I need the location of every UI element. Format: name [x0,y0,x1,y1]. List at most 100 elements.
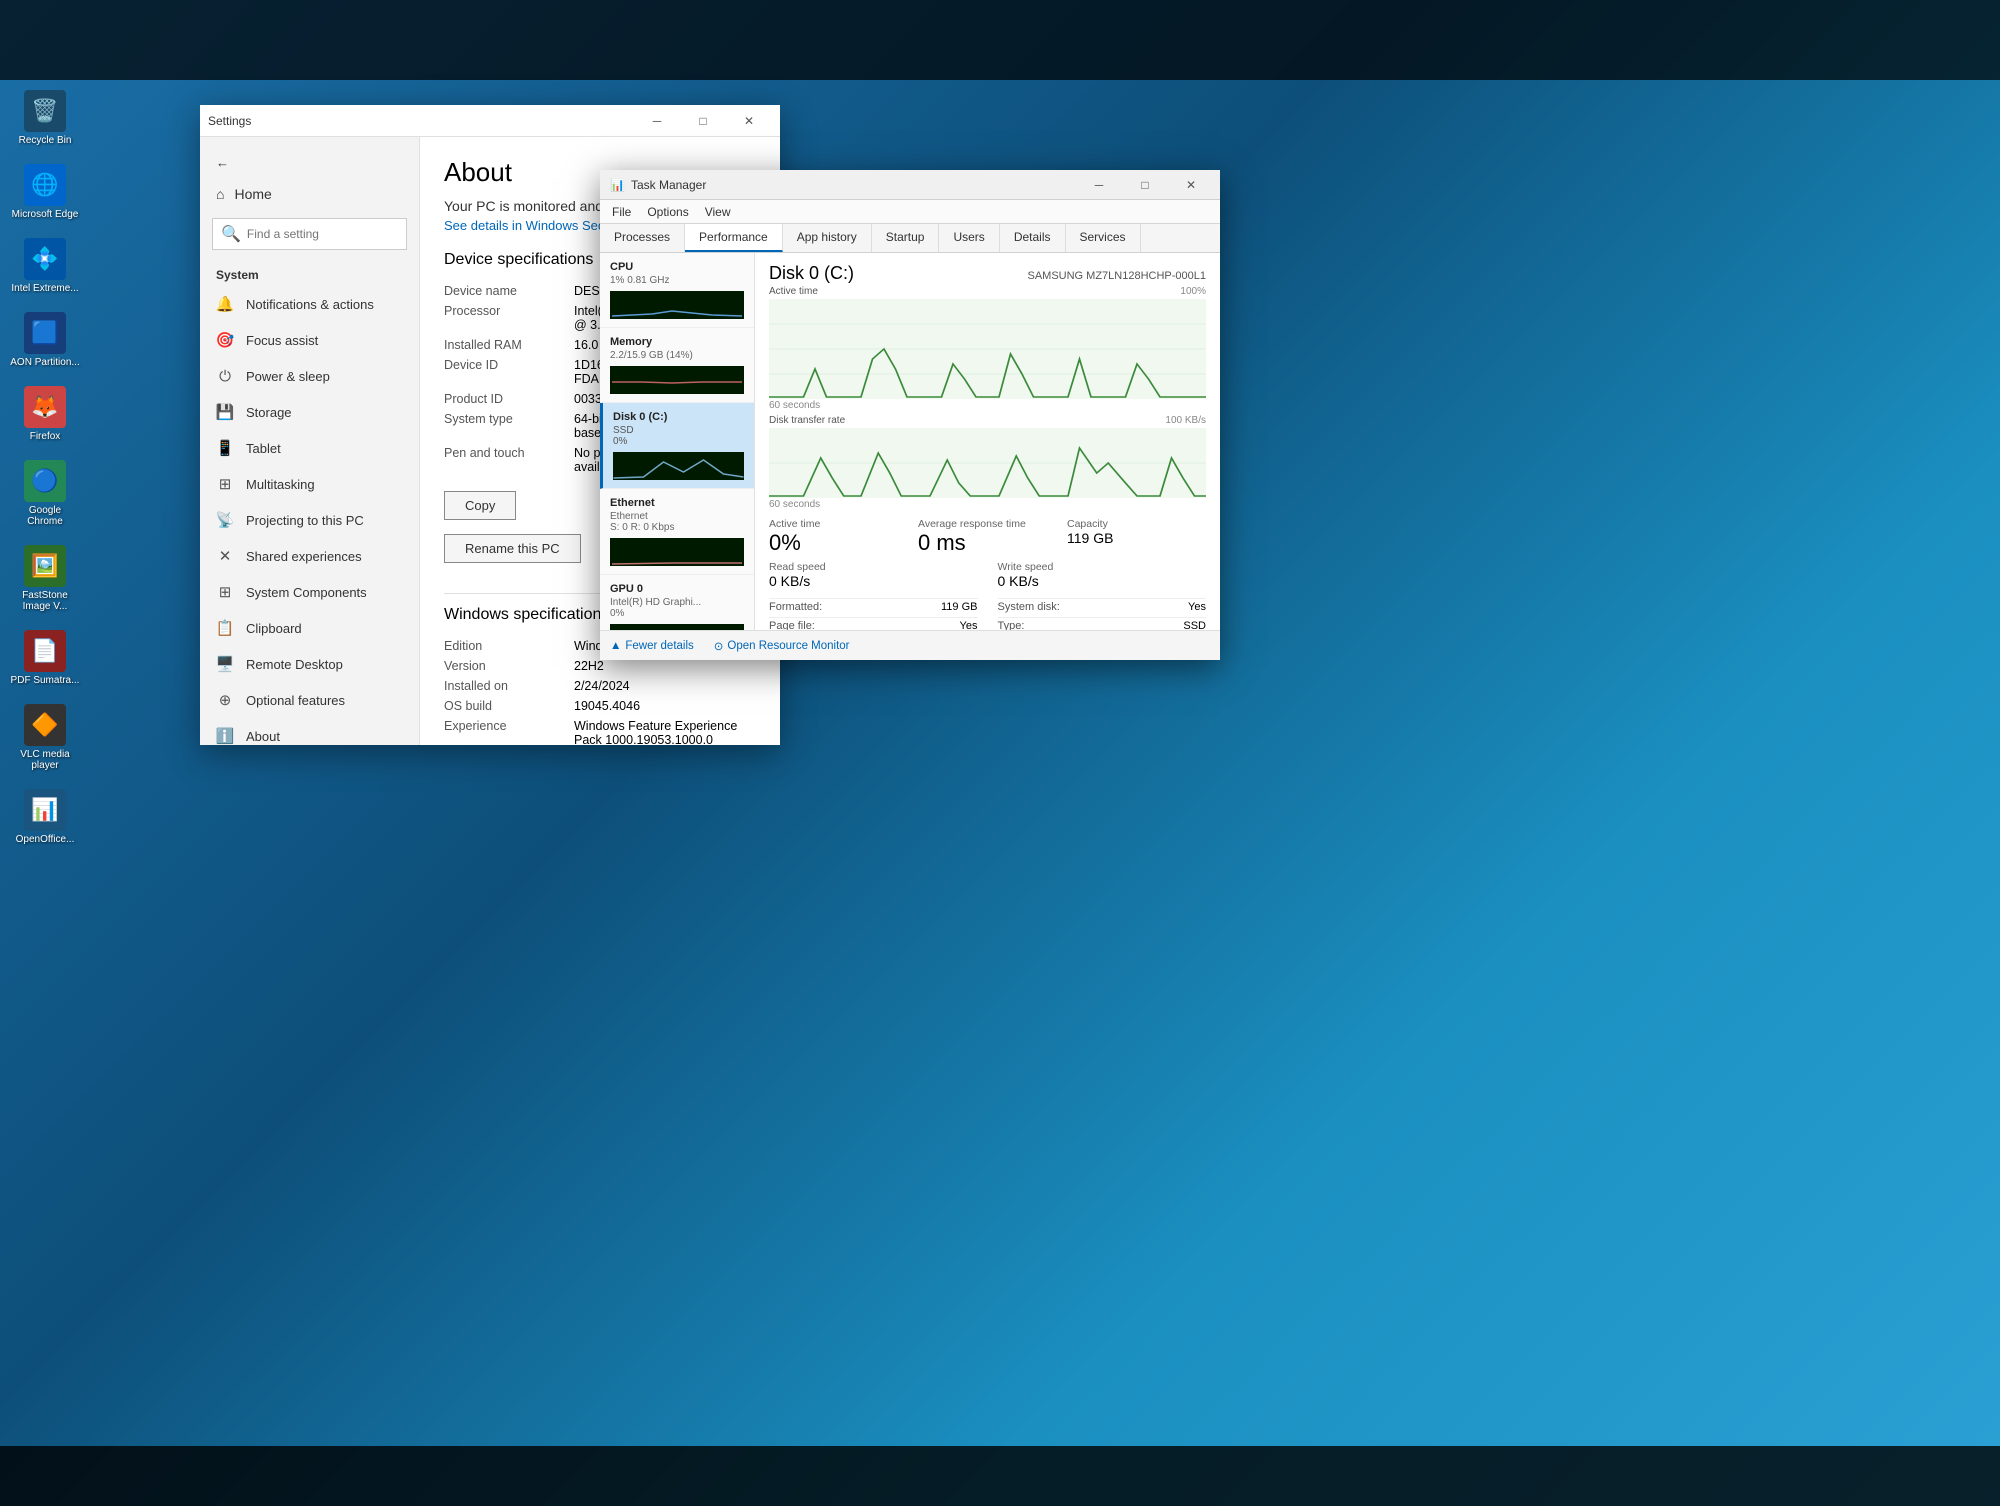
faststone-icon[interactable]: 🖼️ FastStone Image V... [10,545,80,612]
tab-users[interactable]: Users [939,224,999,252]
sidebar-item-about[interactable]: ℹ️ About [200,718,419,745]
table-row: Experience Windows Feature Experience Pa… [444,716,756,745]
read-speed-value: 0 KB/s [769,574,978,589]
tm-performance-list: CPU 1% 0.81 GHz Memory 2.2/15.9 GB (14%) [600,253,755,630]
tm-stats-grid: Active time 0% Average response time 0 m… [769,518,1206,555]
disk-sub: SSD0% [613,425,744,447]
memory-sub: 2.2/15.9 GB (14%) [610,350,744,361]
spec-key: Device name [444,281,574,301]
perf-item-ethernet[interactable]: Ethernet EthernetS: 0 R: 0 Kbps [600,489,754,575]
open-resource-monitor-link[interactable]: ⊙ Open Resource Monitor [714,639,850,653]
sidebar-item-clipboard[interactable]: 📋 Clipboard [200,610,419,646]
detail-system-disk: System disk: Yes [998,598,1207,615]
search-input[interactable] [247,227,398,241]
notifications-label: Notifications & actions [246,297,374,312]
spec-key: OS build [444,696,574,716]
maximize-button[interactable]: □ [680,105,726,137]
perf-item-disk[interactable]: Disk 0 (C:) SSD0% [600,403,754,489]
perf-item-cpu[interactable]: CPU 1% 0.81 GHz [600,253,754,328]
gpu-sub: Intel(R) HD Graphi...0% [610,597,744,619]
ethernet-mini-graph [610,538,744,566]
sumatra-icon[interactable]: 📄 PDF Sumatra... [10,630,80,686]
window-controls: ─ □ ✕ [634,105,772,137]
firefox-icon[interactable]: 🦊 Firefox [10,386,80,442]
aon-partition-icon[interactable]: 🟦 AON Partition... [10,312,80,368]
tab-services[interactable]: Services [1066,224,1141,252]
sidebar-item-focus[interactable]: 🎯 Focus assist [200,322,419,358]
sidebar-item-power[interactable]: ⏻ Power & sleep [200,358,419,394]
tab-performance[interactable]: Performance [685,224,783,252]
home-button[interactable]: ⌂ Home [200,178,419,210]
active-time-stat-value: 0% [769,531,908,555]
tm-details-row: Formatted: 119 GB System disk: Yes Page … [769,598,1206,630]
write-speed-stat: Write speed 0 KB/s [998,561,1207,589]
search-box[interactable]: 🔍 [212,218,407,250]
spec-key: Device ID [444,355,574,389]
transfer-rate-label: Disk transfer rate [769,415,845,426]
tm-maximize-button[interactable]: □ [1122,169,1168,201]
back-button[interactable]: ← [200,147,419,178]
chrome-icon[interactable]: 🔵 Google Chrome [10,460,80,527]
tab-processes[interactable]: Processes [600,224,685,252]
resource-monitor-icon: ⊙ [714,639,724,653]
tm-close-button[interactable]: ✕ [1168,169,1214,201]
sidebar-item-tablet[interactable]: 📱 Tablet [200,430,419,466]
edge-icon[interactable]: 🌐 Microsoft Edge [10,164,80,220]
multitasking-icon: ⊞ [216,475,234,493]
tm-footer: ▲ Fewer details ⊙ Open Resource Monitor [600,630,1220,660]
spec-key: Version [444,656,574,676]
sumatra-label: PDF Sumatra... [11,675,80,686]
sidebar-item-system-components[interactable]: ⊞ System Components [200,574,419,610]
sidebar-item-multitasking[interactable]: ⊞ Multitasking [200,466,419,502]
notifications-icon: 🔔 [216,295,234,313]
active-time-chart [769,299,1206,399]
tm-window-controls: ─ □ ✕ [1076,169,1214,201]
type-val: SSD [1183,620,1206,630]
perf-item-memory[interactable]: Memory 2.2/15.9 GB (14%) [600,328,754,403]
sidebar-item-shared[interactable]: ✕ Shared experiences [200,538,419,574]
vlc-icon[interactable]: 🔶 VLC media player [10,704,80,771]
gpu-mini-graph [610,624,744,630]
shared-icon: ✕ [216,547,234,565]
sidebar-item-notifications[interactable]: 🔔 Notifications & actions [200,286,419,322]
copy-device-specs-button[interactable]: Copy [444,491,516,520]
sidebar-item-optional[interactable]: ⊕ Optional features [200,682,419,718]
shared-label: Shared experiences [246,549,362,564]
recycle-bin-icon[interactable]: 🗑️ Recycle Bin [10,90,80,146]
ethernet-title: Ethernet [610,497,744,509]
projecting-label: Projecting to this PC [246,513,364,528]
cpu-title: CPU [610,261,744,273]
fewer-details-link[interactable]: ▲ Fewer details [610,640,694,652]
tab-startup[interactable]: Startup [872,224,940,252]
intel-extreme-icon[interactable]: 💠 Intel Extreme... [10,238,80,294]
sidebar-item-remote[interactable]: 🖥️ Remote Desktop [200,646,419,682]
active-time-stat: Active time 0% [769,518,908,555]
focus-label: Focus assist [246,333,318,348]
detail-page-file: Page file: Yes [769,617,978,630]
capacity-stat: Capacity 119 GB [1067,518,1206,555]
tab-details[interactable]: Details [1000,224,1066,252]
spec-key: Experience [444,716,574,745]
rename-pc-button[interactable]: Rename this PC [444,534,581,563]
file-menu[interactable]: File [604,203,639,221]
view-menu[interactable]: View [697,203,739,221]
perf-item-gpu[interactable]: GPU 0 Intel(R) HD Graphi...0% [600,575,754,630]
multitasking-label: Multitasking [246,477,315,492]
tm-menubar: File Options View [600,200,1220,224]
openoffice-icon[interactable]: 📊 OpenOffice... [10,789,80,845]
spec-key: Product ID [444,389,574,409]
sidebar-item-storage[interactable]: 💾 Storage [200,394,419,430]
tab-app-history[interactable]: App history [783,224,872,252]
search-icon: 🔍 [221,224,241,244]
capacity-stat-value: 119 GB [1067,531,1206,546]
options-menu[interactable]: Options [639,203,696,221]
detail-formatted: Formatted: 119 GB [769,598,978,615]
back-icon: ← [216,155,229,170]
active-time-stat-label: Active time [769,518,908,530]
close-button[interactable]: ✕ [726,105,772,137]
intel-label: Intel Extreme... [11,283,78,294]
formatted-key: Formatted: [769,601,822,613]
tm-minimize-button[interactable]: ─ [1076,169,1122,201]
sidebar-item-projecting[interactable]: 📡 Projecting to this PC [200,502,419,538]
minimize-button[interactable]: ─ [634,105,680,137]
